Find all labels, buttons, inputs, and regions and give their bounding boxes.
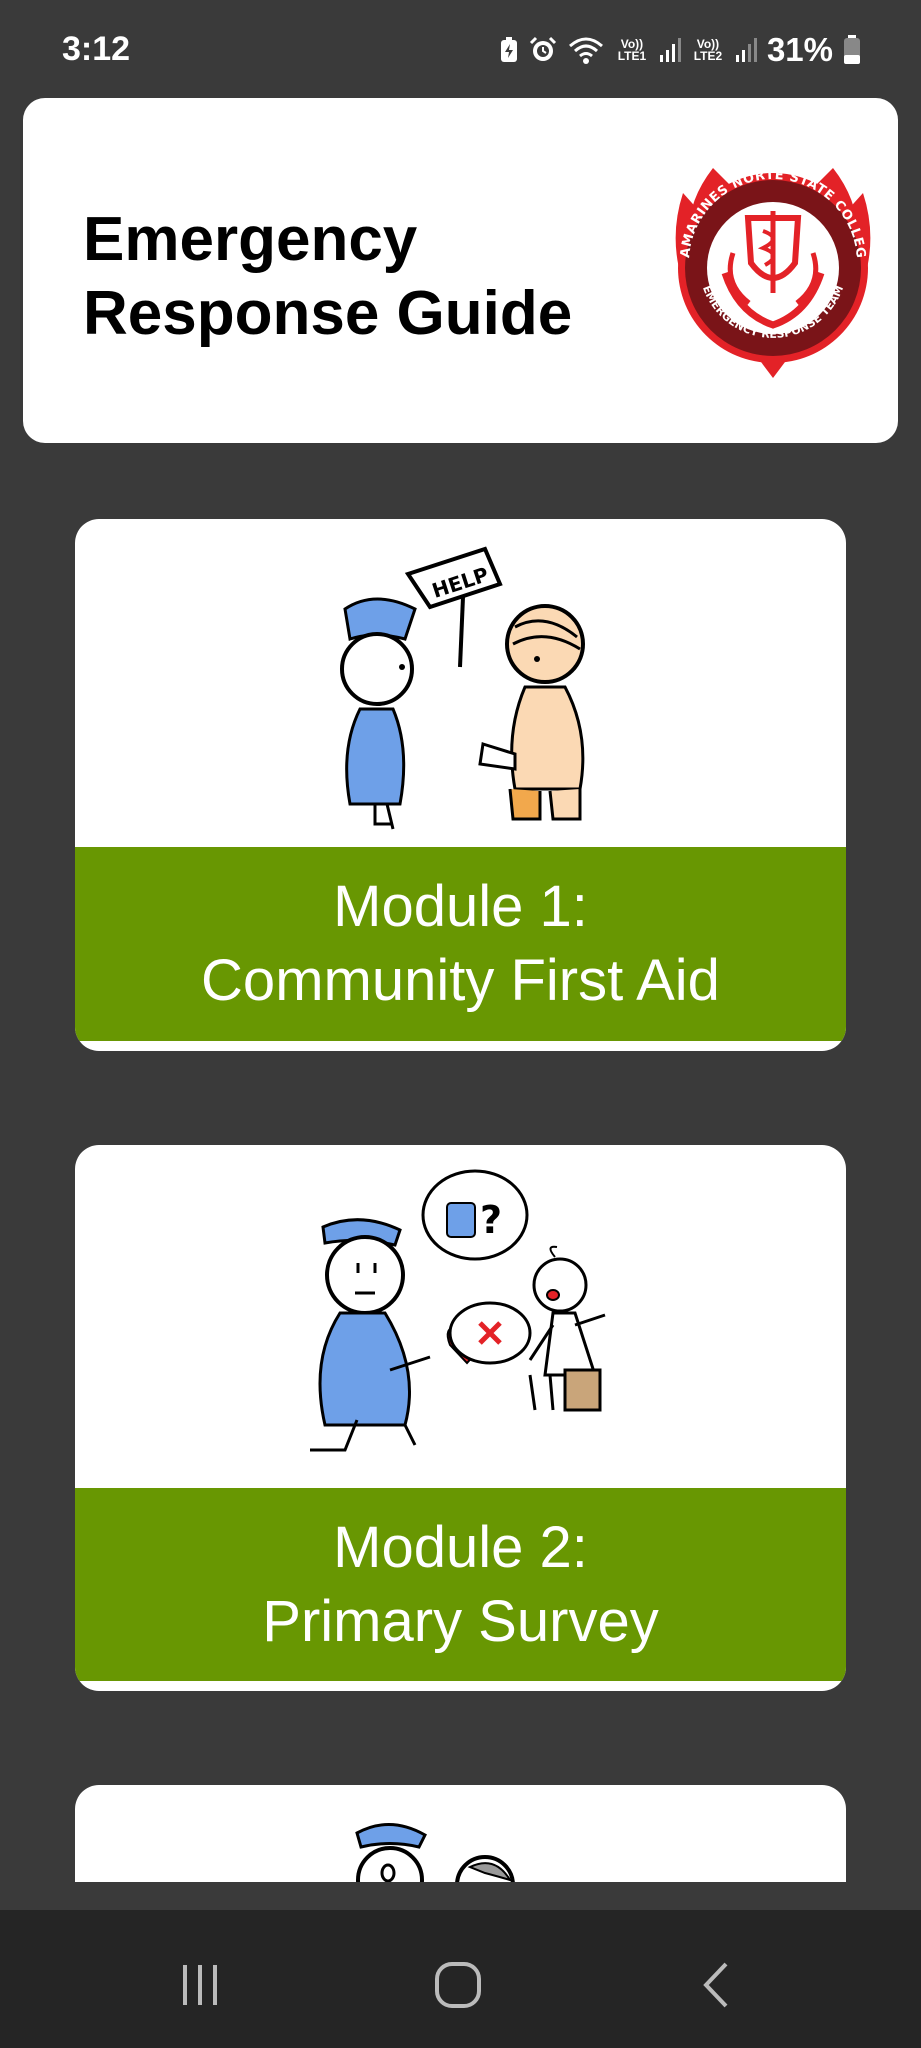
module-1-band: Module 1: Community First Aid <box>75 847 846 1041</box>
svg-text:?: ? <box>480 1198 502 1242</box>
module-2-band: Module 2: Primary Survey <box>75 1488 846 1681</box>
module-2-number: Module 2: <box>333 1514 588 1580</box>
recents-icon <box>183 1965 217 2005</box>
module-card-1[interactable]: HELP Module 1: Community First Aid <box>75 519 846 1051</box>
home-button[interactable] <box>418 1950 498 2020</box>
back-icon <box>703 1962 728 2008</box>
navigation-bar <box>0 1910 921 2048</box>
recents-button[interactable] <box>160 1950 240 2020</box>
module-1-title: Community First Aid <box>201 948 720 1013</box>
home-icon <box>435 1962 481 2008</box>
back-button[interactable] <box>676 1950 756 2020</box>
module-card-3[interactable] <box>75 1785 846 1882</box>
module-3-illustration <box>355 1823 515 1882</box>
module-card-2[interactable]: ? Module 2: Primary Survey <box>75 1145 846 1691</box>
module-1-illustration: HELP <box>340 546 585 830</box>
module-list[interactable]: HELP Module 1: Community First Aid ? Mod… <box>0 0 921 1882</box>
module-2-illustration: ? <box>310 1169 606 1452</box>
module-2-title: Primary Survey <box>262 1588 659 1654</box>
module-1-number: Module 1: <box>333 874 588 939</box>
